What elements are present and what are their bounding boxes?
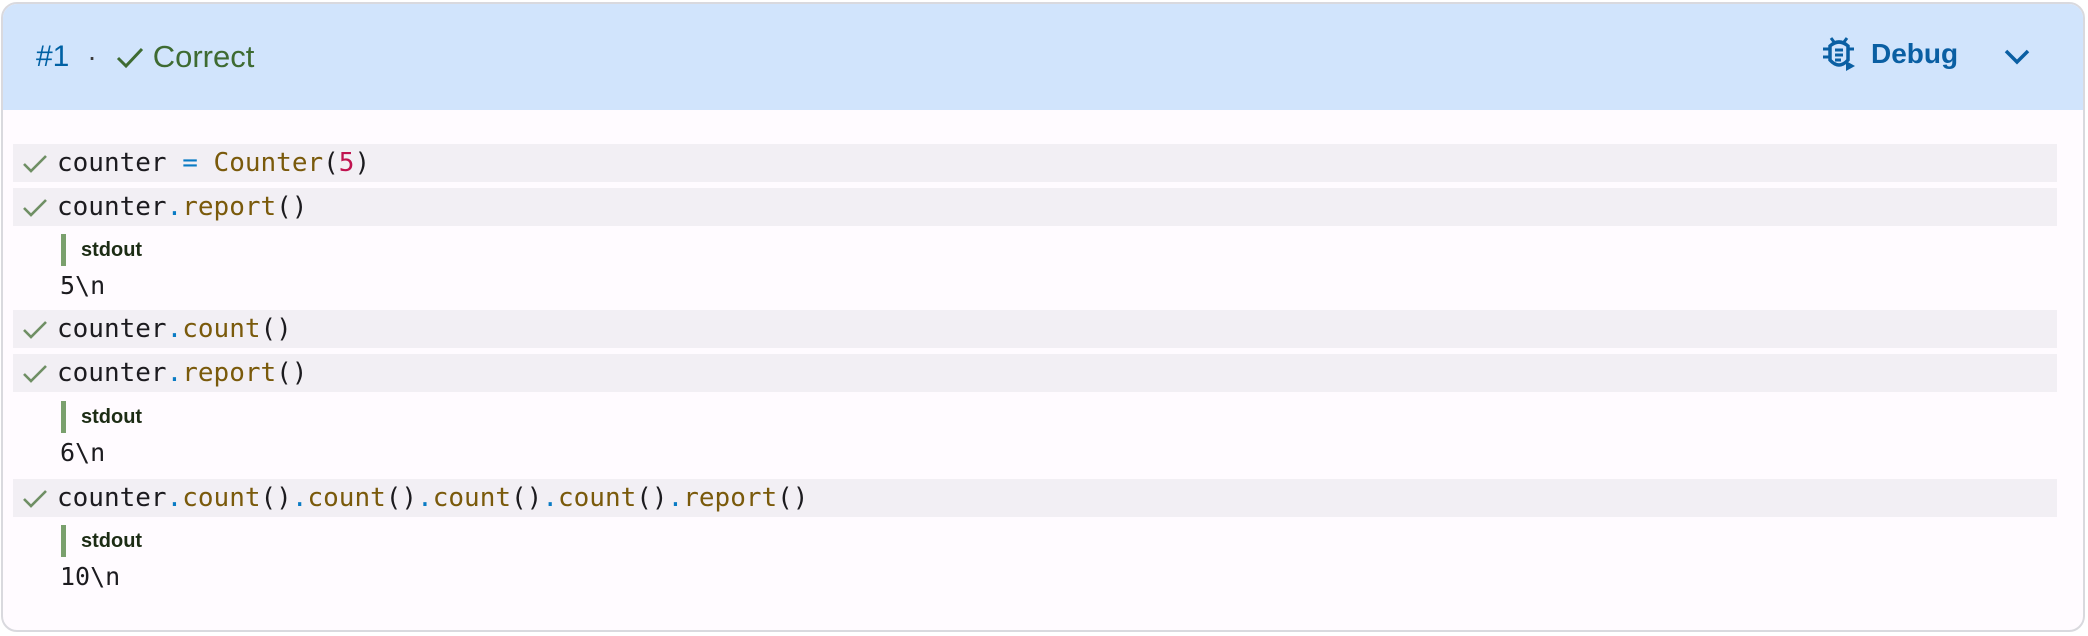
test-number: #1 (36, 40, 70, 73)
header-separator: · (87, 41, 97, 72)
code-token: report (182, 192, 277, 222)
code-token: . (166, 358, 183, 388)
code-token: count (307, 483, 386, 513)
stdout-output: 6\n (60, 438, 106, 467)
check-icon (13, 354, 57, 392)
code-token: count (432, 483, 512, 513)
code-token: counter (57, 148, 183, 178)
bug-icon (1823, 37, 1855, 71)
code-token: () (276, 358, 308, 388)
code-token: . (542, 483, 558, 513)
code-token: counter (57, 314, 167, 344)
code-token: () (777, 483, 809, 513)
code-token: Counter (213, 148, 324, 178)
code-line: counter.count().count().count().count().… (13, 479, 2057, 517)
code-token: count (182, 483, 261, 513)
code-token: . (166, 483, 183, 513)
code-line: counter = Counter(5) (13, 144, 2057, 182)
code-token: . (166, 192, 183, 222)
code-line: counter.count() (13, 310, 2057, 348)
status-label: Correct (152, 39, 255, 74)
code-token: () (636, 483, 668, 513)
code-line: counter.report() (13, 188, 2057, 226)
code-token: . (667, 483, 684, 513)
code-token: counter (57, 483, 167, 513)
chevron-down-icon[interactable] (2000, 40, 2034, 74)
stdout-label: stdout (61, 525, 142, 557)
code-text: counter.report() (57, 358, 307, 388)
code-token: () (511, 483, 543, 513)
stdout-output: 10\n (60, 562, 121, 591)
stdout-label: stdout (61, 401, 142, 433)
stdout-label: stdout (61, 234, 142, 266)
code-text: counter.report() (57, 192, 307, 222)
check-icon (13, 144, 57, 182)
code-text: counter.count().count().count().count().… (57, 483, 808, 513)
code-token: () (276, 192, 308, 222)
debug-label: Debug (1871, 38, 1959, 69)
check-icon (13, 188, 57, 226)
code-token: . (291, 483, 308, 513)
code-token: ) (354, 148, 371, 178)
code-token: ( (323, 148, 339, 178)
code-token: count (557, 483, 637, 513)
code-line: counter.report() (13, 354, 2057, 392)
code-token: = (182, 148, 198, 178)
code-token: report (683, 483, 778, 513)
code-token: counter (57, 358, 167, 388)
code-token: . (417, 483, 433, 513)
stdout-output: 5\n (60, 271, 106, 300)
check-icon (13, 310, 57, 348)
code-token: 5 (338, 148, 355, 178)
code-token: . (166, 314, 183, 344)
code-token: counter (57, 192, 167, 222)
result-header[interactable]: #1 · Correct Debug (3, 4, 2083, 110)
code-text: counter.count() (57, 314, 292, 344)
debug-button[interactable]: Debug (1819, 34, 1958, 74)
code-token: () (385, 483, 418, 513)
code-token: report (182, 358, 277, 388)
code-token: count (182, 314, 261, 344)
code-token: () (260, 314, 292, 344)
check-icon (13, 479, 57, 517)
check-icon (115, 42, 145, 72)
code-text: counter = Counter(5) (57, 148, 370, 178)
test-result-card: #1 · Correct Debug counter = Counter(5) (1, 2, 2085, 632)
code-token: () (260, 483, 292, 513)
